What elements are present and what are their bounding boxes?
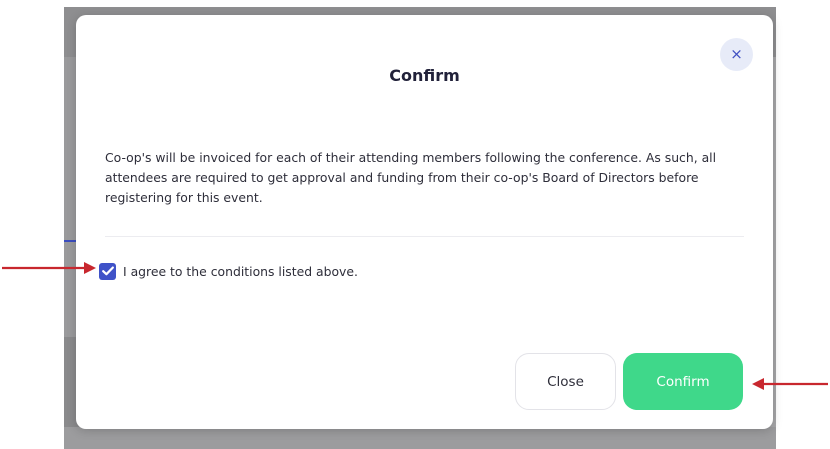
agree-checkbox[interactable]: [99, 262, 116, 280]
close-icon[interactable]: ×: [720, 38, 753, 71]
check-icon: [101, 266, 114, 276]
arrow-right-icon: [2, 262, 96, 274]
confirm-button[interactable]: Confirm: [623, 353, 743, 410]
agree-checkbox-row[interactable]: I agree to the conditions listed above.: [99, 261, 358, 281]
confirm-modal: Confirm × Co-op's will be invoiced for e…: [76, 15, 773, 429]
modal-divider: [105, 236, 744, 237]
close-button[interactable]: Close: [515, 353, 616, 410]
modal-title: Confirm: [389, 66, 460, 85]
backdrop-footer: [64, 427, 776, 449]
agree-checkbox-label: I agree to the conditions listed above.: [123, 263, 358, 279]
modal-body-text: Co-op's will be invoiced for each of the…: [105, 150, 717, 205]
arrow-left-icon: [752, 378, 828, 390]
screenshot-stage: ic Confirm × Co-op's will be invoiced fo…: [0, 0, 830, 449]
